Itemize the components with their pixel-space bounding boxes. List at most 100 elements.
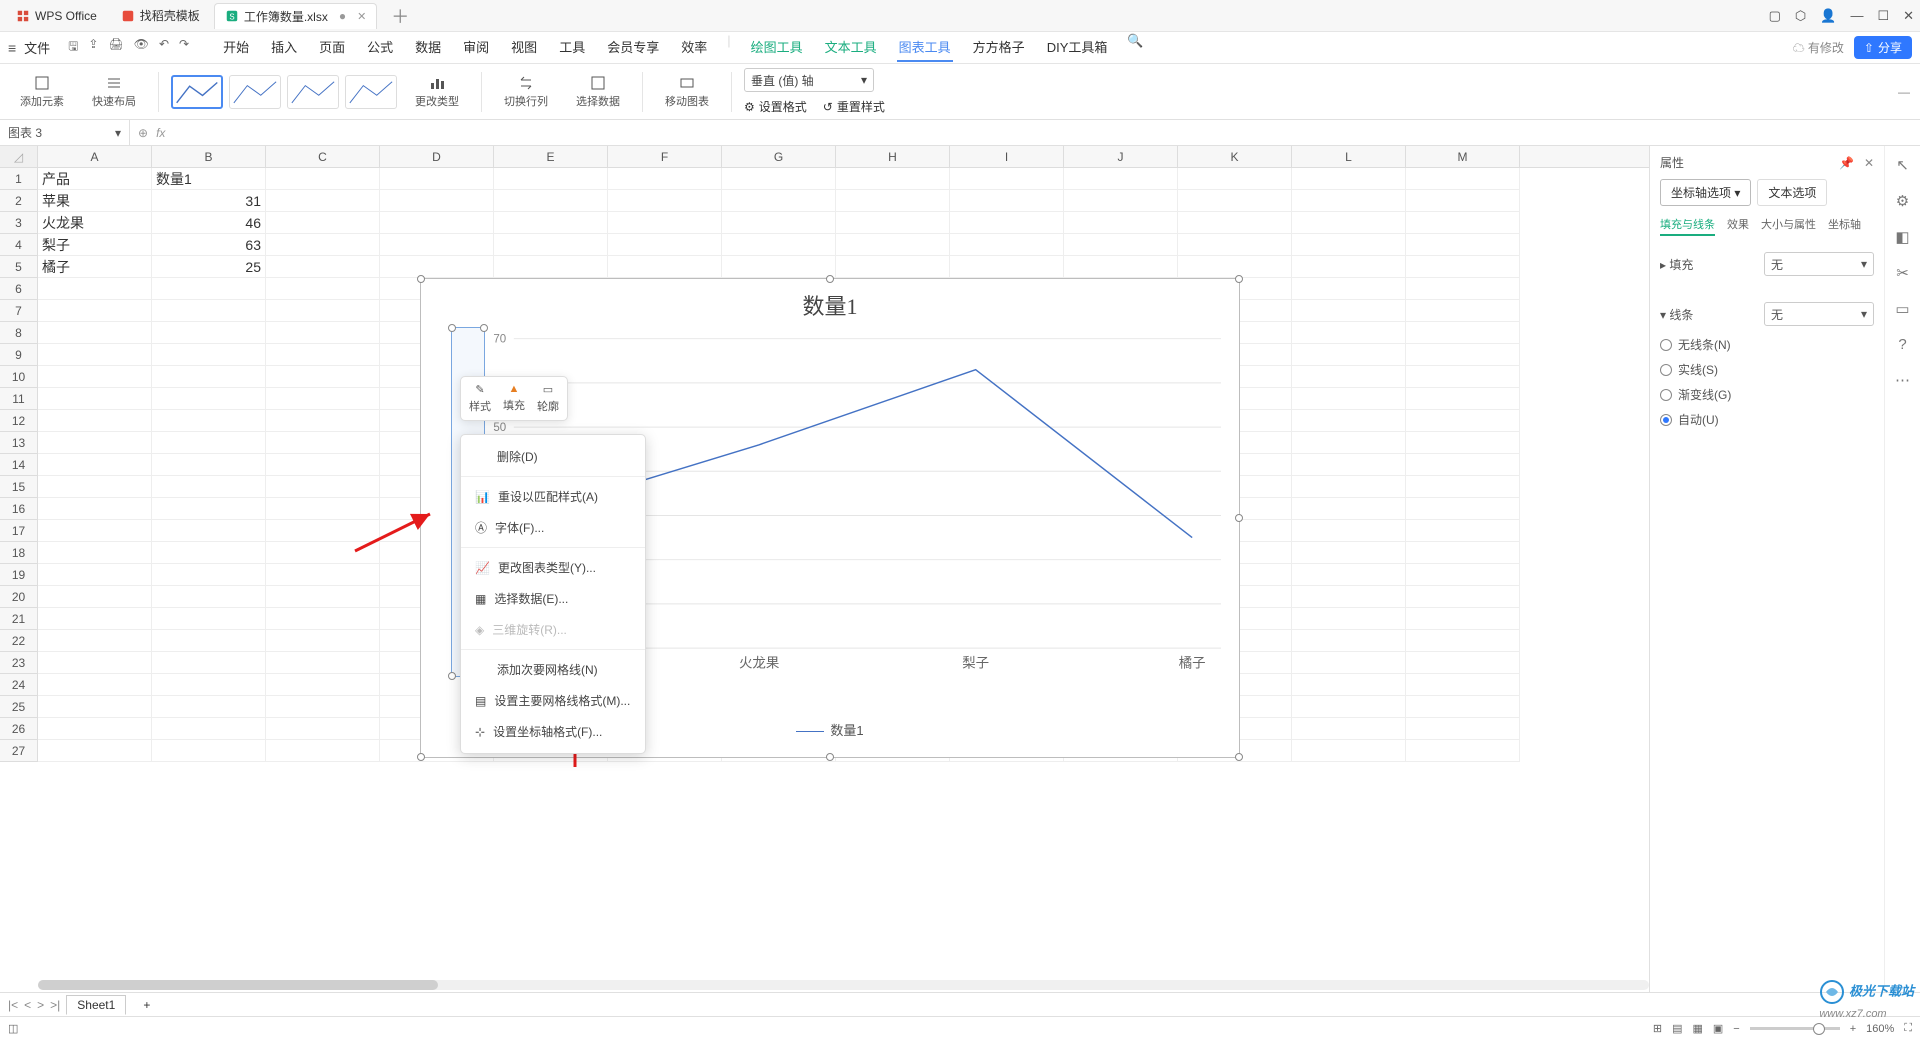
cell[interactable] xyxy=(152,366,266,388)
zoom-in-icon[interactable]: + xyxy=(1850,1023,1856,1035)
cell[interactable] xyxy=(380,168,494,190)
row-header[interactable]: 4 xyxy=(0,234,38,256)
col-I[interactable]: I xyxy=(950,146,1064,167)
share-button[interactable]: ⇧ 分享 xyxy=(1854,36,1912,59)
undo-icon[interactable]: ↶ xyxy=(159,37,169,58)
mini-outline-button[interactable]: ▭轮廓 xyxy=(537,383,559,414)
cell[interactable] xyxy=(38,344,152,366)
cell[interactable] xyxy=(1064,234,1178,256)
cell[interactable] xyxy=(266,256,380,278)
hamburger-icon[interactable]: ≡ xyxy=(8,40,16,56)
select-data-button[interactable]: 选择数据 xyxy=(566,75,630,109)
save-icon[interactable]: 🖫 xyxy=(68,37,78,58)
cell[interactable] xyxy=(152,674,266,696)
close-tab-icon[interactable]: ✕ xyxy=(357,10,366,23)
cell[interactable] xyxy=(1406,168,1520,190)
name-box[interactable]: 图表 3▾ xyxy=(0,120,130,145)
prop-tab-text[interactable]: 文本选项 xyxy=(1757,179,1827,206)
row-header[interactable]: 17 xyxy=(0,520,38,542)
cell[interactable]: 梨子 xyxy=(38,234,152,256)
cell[interactable] xyxy=(1406,388,1520,410)
cell[interactable] xyxy=(494,256,608,278)
row-header[interactable]: 27 xyxy=(0,740,38,762)
cell[interactable] xyxy=(722,168,836,190)
cell[interactable] xyxy=(38,740,152,762)
cell[interactable] xyxy=(836,234,950,256)
tab-insert[interactable]: 插入 xyxy=(269,33,299,62)
template-tab[interactable]: 找稻壳模板 xyxy=(111,3,210,29)
cell[interactable] xyxy=(266,366,380,388)
cell[interactable] xyxy=(152,300,266,322)
app-tab[interactable]: WPS Office xyxy=(6,3,107,29)
col-G[interactable]: G xyxy=(722,146,836,167)
cell[interactable] xyxy=(38,674,152,696)
cell[interactable] xyxy=(266,740,380,762)
subtab-axis[interactable]: 坐标轴 xyxy=(1828,216,1861,236)
cell[interactable] xyxy=(266,454,380,476)
row-header[interactable]: 5 xyxy=(0,256,38,278)
minimize-icon[interactable]: — xyxy=(1850,8,1863,23)
row-header[interactable]: 20 xyxy=(0,586,38,608)
cell[interactable] xyxy=(152,388,266,410)
cell[interactable] xyxy=(1292,454,1406,476)
cell[interactable] xyxy=(1406,740,1520,762)
cell[interactable] xyxy=(380,256,494,278)
tab-diy[interactable]: DIY工具箱 xyxy=(1045,33,1110,62)
sheet-first-icon[interactable]: |< xyxy=(8,998,18,1012)
cell[interactable] xyxy=(152,454,266,476)
cm-axis-format[interactable]: ⊹设置坐标轴格式(F)... xyxy=(461,716,645,747)
radio-auto-line[interactable]: 自动(U) xyxy=(1660,407,1874,432)
tab-tools[interactable]: 工具 xyxy=(557,33,587,62)
set-format-button[interactable]: ⚙ 设置格式 xyxy=(744,98,807,115)
cell[interactable] xyxy=(38,498,152,520)
cell[interactable] xyxy=(152,652,266,674)
cell[interactable] xyxy=(266,696,380,718)
cell[interactable] xyxy=(608,234,722,256)
chart-title[interactable]: 数量1 xyxy=(421,289,1239,321)
col-E[interactable]: E xyxy=(494,146,608,167)
switch-rowcol-button[interactable]: 切换行列 xyxy=(494,75,558,109)
tab-text-tools[interactable]: 文本工具 xyxy=(823,33,879,62)
col-M[interactable]: M xyxy=(1406,146,1520,167)
cell[interactable] xyxy=(266,564,380,586)
cell[interactable] xyxy=(494,212,608,234)
workbook-tab[interactable]: S 工作簿数量.xlsx ● ✕ xyxy=(214,3,377,29)
select-all-corner[interactable]: ◿ xyxy=(0,146,38,167)
rail-page-icon[interactable]: ▭ xyxy=(1895,300,1909,318)
row-header[interactable]: 2 xyxy=(0,190,38,212)
chart-style-3[interactable] xyxy=(287,75,339,109)
view-grid-icon[interactable]: ⊞ xyxy=(1653,1022,1662,1035)
view-read-icon[interactable]: ▣ xyxy=(1713,1022,1723,1035)
cell[interactable] xyxy=(1406,190,1520,212)
cell[interactable] xyxy=(38,652,152,674)
tab-efficiency[interactable]: 效率 xyxy=(679,33,709,62)
row-header[interactable]: 26 xyxy=(0,718,38,740)
cell[interactable] xyxy=(1292,300,1406,322)
formula-bar[interactable]: ⊕ fx xyxy=(130,126,1920,140)
row-header[interactable]: 7 xyxy=(0,300,38,322)
cell[interactable] xyxy=(950,190,1064,212)
add-sheet-button[interactable]: + xyxy=(132,995,161,1015)
cell[interactable] xyxy=(380,234,494,256)
cell[interactable] xyxy=(266,652,380,674)
collapse-ribbon-icon[interactable]: — xyxy=(1898,85,1910,99)
sheet-tab-1[interactable]: Sheet1 xyxy=(66,995,126,1015)
cell[interactable] xyxy=(1292,630,1406,652)
rail-clip-icon[interactable]: ✂ xyxy=(1896,264,1909,282)
cm-delete[interactable]: 删除(D) xyxy=(461,441,645,472)
cell[interactable] xyxy=(266,300,380,322)
cell[interactable] xyxy=(1292,168,1406,190)
cell[interactable] xyxy=(1292,366,1406,388)
col-D[interactable]: D xyxy=(380,146,494,167)
cell[interactable] xyxy=(1406,674,1520,696)
cell[interactable] xyxy=(266,410,380,432)
fill-select[interactable]: 无▾ xyxy=(1764,252,1874,276)
cell[interactable] xyxy=(266,190,380,212)
cm-add-minor-grid[interactable]: 添加次要网格线(N) xyxy=(461,654,645,685)
cell[interactable]: 25 xyxy=(152,256,266,278)
cell[interactable] xyxy=(1292,608,1406,630)
cell[interactable] xyxy=(1178,212,1292,234)
cell[interactable] xyxy=(1292,520,1406,542)
zoom-value[interactable]: 160% xyxy=(1866,1023,1894,1035)
row-header[interactable]: 15 xyxy=(0,476,38,498)
